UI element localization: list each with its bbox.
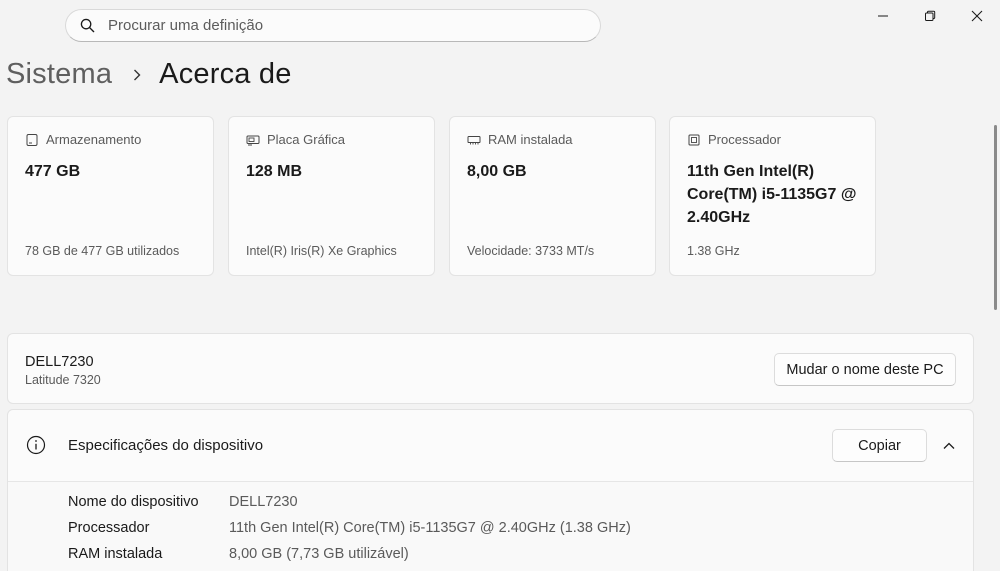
- window-controls: [859, 0, 1000, 32]
- spec-key: Processador: [68, 520, 150, 536]
- card-detail: 78 GB de 477 GB utilizados: [25, 244, 180, 258]
- search-icon: [80, 18, 95, 33]
- ram-card-header: RAM instalada: [467, 132, 573, 147]
- gpu-icon: [246, 135, 260, 145]
- breadcrumb-parent[interactable]: Sistema: [6, 58, 112, 91]
- processor-card[interactable]: Processador 11th Gen Intel(R) Core(TM) i…: [669, 116, 876, 276]
- device-specs-title: Especificações do dispositivo: [68, 437, 264, 454]
- chevron-up-icon[interactable]: [942, 439, 956, 453]
- device-model: Latitude 7320: [25, 373, 101, 387]
- device-specs-header[interactable]: Especificações do dispositivo Copiar: [8, 410, 973, 482]
- breadcrumb: Sistema Acerca de: [6, 58, 292, 91]
- card-label: Placa Gráfica: [267, 132, 346, 147]
- close-button[interactable]: [953, 0, 1000, 32]
- storage-card-header: Armazenamento: [25, 132, 141, 147]
- device-name-panel: DELL7230 Latitude 7320 Mudar o nome dest…: [7, 333, 974, 404]
- card-label: Armazenamento: [46, 132, 142, 147]
- settings-window: Sistema Acerca de Armazenamento 477 GB 7…: [0, 0, 1000, 571]
- spec-value: 8,00 GB (7,73 GB utilizável): [229, 546, 409, 562]
- card-value: 11th Gen Intel(R) Core(TM) i5-1135G7 @ 2…: [687, 163, 857, 226]
- card-value: 8,00 GB: [467, 163, 527, 180]
- card-detail: Velocidade: 3733 MT/s: [467, 244, 595, 258]
- spec-row: Processador 11th Gen Intel(R) Core(TM) i…: [68, 520, 631, 536]
- card-detail: 1.38 GHz: [687, 244, 740, 258]
- device-specs-body: Nome do dispositivo DELL7230 Processador…: [8, 482, 973, 571]
- search-input[interactable]: [108, 17, 578, 34]
- card-detail: Intel(R) Iris(R) Xe Graphics: [246, 244, 397, 258]
- device-specs-panel: Especificações do dispositivo Copiar Nom…: [7, 409, 974, 571]
- storage-card[interactable]: Armazenamento 477 GB 78 GB de 477 GB uti…: [7, 116, 214, 276]
- ram-card[interactable]: RAM instalada 8,00 GB Velocidade: 3733 M…: [449, 116, 656, 276]
- minimize-button[interactable]: [859, 0, 906, 32]
- close-icon: [971, 10, 982, 22]
- restore-icon: [924, 10, 935, 21]
- restore-button[interactable]: [906, 0, 953, 32]
- processor-card-header: Processador: [687, 132, 781, 147]
- vertical-scrollbar[interactable]: [994, 125, 997, 310]
- processor-icon: [688, 134, 700, 145]
- storage-icon: [26, 133, 38, 146]
- rename-pc-button[interactable]: Mudar o nome deste PC: [774, 353, 956, 386]
- spec-key: Nome do dispositivo: [68, 494, 199, 510]
- card-label: RAM instalada: [488, 132, 573, 147]
- gpu-card-header: Placa Gráfica: [246, 132, 345, 147]
- card-label: Processador: [708, 132, 781, 147]
- device-name: DELL7230: [25, 354, 94, 370]
- card-value: 477 GB: [25, 163, 81, 180]
- spec-value: 11th Gen Intel(R) Core(TM) i5-1135G7 @ 2…: [229, 520, 631, 536]
- page-title: Acerca de: [159, 58, 292, 90]
- spec-row: RAM instalada 8,00 GB (7,73 GB utilizáve…: [68, 546, 409, 562]
- minimize-icon: [877, 15, 888, 17]
- info-icon: [26, 435, 46, 455]
- spec-value: DELL7230: [229, 494, 298, 510]
- card-value: 128 MB: [246, 163, 303, 180]
- spec-key: RAM instalada: [68, 546, 163, 562]
- search-box[interactable]: [65, 9, 601, 42]
- spec-row: Nome do dispositivo DELL7230: [68, 494, 298, 510]
- chevron-right-icon: [134, 69, 141, 80]
- copy-button[interactable]: Copiar: [832, 429, 927, 462]
- gpu-card[interactable]: Placa Gráfica 128 MB Intel(R) Iris(R) Xe…: [228, 116, 435, 276]
- ram-icon: [467, 135, 481, 144]
